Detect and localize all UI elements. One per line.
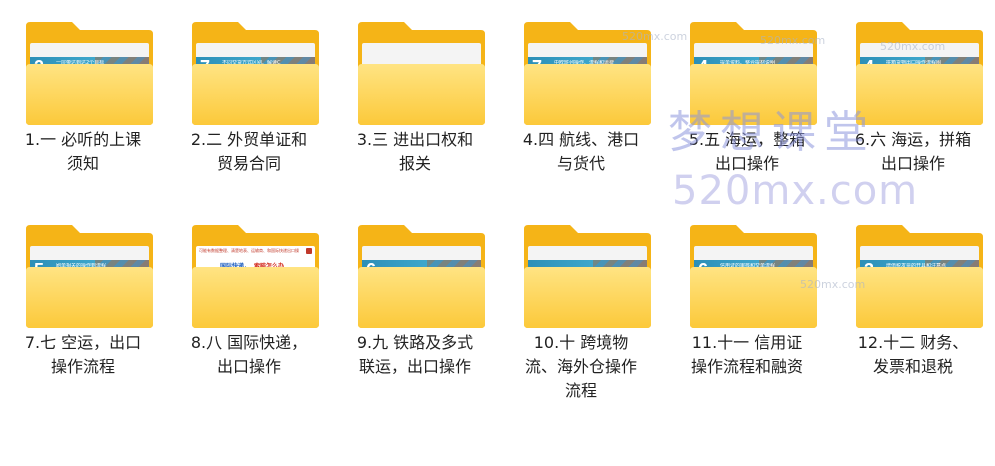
folder-label: 10.十 跨境物 流、海外仓操作 流程 bbox=[524, 333, 637, 400]
folder-item-3[interactable]: 3.三 进出口权和 报关 bbox=[332, 0, 498, 210]
folder-item-11[interactable]: 6 信用证的审核和交单流程 11.十一 信用证操作流程和融资 bbox=[664, 203, 830, 413]
folder-icon: 6 bbox=[358, 225, 485, 328]
folder-item-1[interactable]: 2 一层带达到达2个目标 1.一 必听的上课须知 bbox=[0, 0, 166, 210]
folder-grid: 2 一层带达到达2个目标 1.一 必听的上课须知 7 不同交货方式区别、解读C … bbox=[0, 0, 995, 466]
folder-icon: 可能有数据整理、清楚地表、运输商、和国际快递出口操作的 国际快递， 索赔怎么办 bbox=[192, 225, 319, 328]
folder-label: 3.三 进出口权和 报关 bbox=[356, 130, 474, 173]
thumb-slide-heading: 可能有数据整理、清楚地表、运输商、和国际快递出口操作的 bbox=[199, 248, 299, 253]
folder-icon bbox=[358, 22, 485, 125]
folder-item-8[interactable]: 可能有数据整理、清楚地表、运输商、和国际快递出口操作的 国际快递， 索赔怎么办 … bbox=[166, 203, 332, 413]
folder-label: 8.八 国际快递， 出口操作 bbox=[190, 333, 308, 376]
folder-item-6[interactable]: 4 拼箱货物出口操作流程图 6.六 海运，拼箱出口操作 bbox=[830, 0, 995, 210]
folder-label: 6.六 海运，拼箱 出口操作 bbox=[854, 130, 972, 173]
folder-icon bbox=[524, 225, 651, 328]
folder-label: 2.二 外贸单证和 贸易合同 bbox=[190, 130, 308, 173]
folder-icon: 6 信用证的审核和交单流程 bbox=[690, 225, 817, 328]
folder-icon: 2 一层带达到达2个目标 bbox=[26, 22, 153, 125]
folder-icon: 4 拼箱货物出口操作流程图 bbox=[856, 22, 983, 125]
folder-label: 4.四 航线、港口 与货代 bbox=[522, 130, 640, 173]
folder-label: 9.九 铁路及多式 联运，出口操作 bbox=[356, 333, 474, 376]
folder-item-5[interactable]: 4 提单资料、整合提材说明 5.五 海运，整箱出口操作 bbox=[664, 0, 830, 210]
folder-label: 5.五 海运，整箱 出口操作 bbox=[688, 130, 806, 173]
folder-label: 1.一 必听的上课 须知 bbox=[24, 130, 142, 173]
folder-icon: 7 不同交货方式区别、解读C bbox=[192, 22, 319, 125]
folder-icon: 4 提单资料、整合提材说明 bbox=[690, 22, 817, 125]
folder-icon: 7 中欧班列操作、流程和运费 bbox=[524, 22, 651, 125]
folder-label: 7.七 空运，出口 操作流程 bbox=[24, 333, 142, 376]
folder-item-2[interactable]: 7 不同交货方式区别、解读C 2.二 外贸单证和贸易合同 bbox=[166, 0, 332, 210]
folder-item-12[interactable]: 3 增值税发票的开具和注意点 12.十二 财务、发票和退税 bbox=[830, 203, 995, 413]
folder-label: 11.十一 信用证 操作流程和融资 bbox=[690, 333, 803, 376]
thumb-logo-icon bbox=[306, 248, 312, 254]
folder-item-4[interactable]: 7 中欧班列操作、流程和运费 4.四 航线、港口与货代 bbox=[498, 0, 664, 210]
folder-label: 12.十二 财务、 发票和退税 bbox=[857, 333, 969, 376]
folder-item-7[interactable]: 5 刷单相关的操作到流程 7.七 空运，出口操作流程 bbox=[0, 203, 166, 413]
folder-item-10[interactable]: 10.十 跨境物 流、海外仓操作 流程 bbox=[498, 203, 664, 413]
folder-icon: 5 刷单相关的操作到流程 bbox=[26, 225, 153, 328]
folder-icon: 3 增值税发票的开具和注意点 bbox=[856, 225, 983, 328]
folder-item-9[interactable]: 6 9.九 铁路及多式联运，出口操作 bbox=[332, 203, 498, 413]
